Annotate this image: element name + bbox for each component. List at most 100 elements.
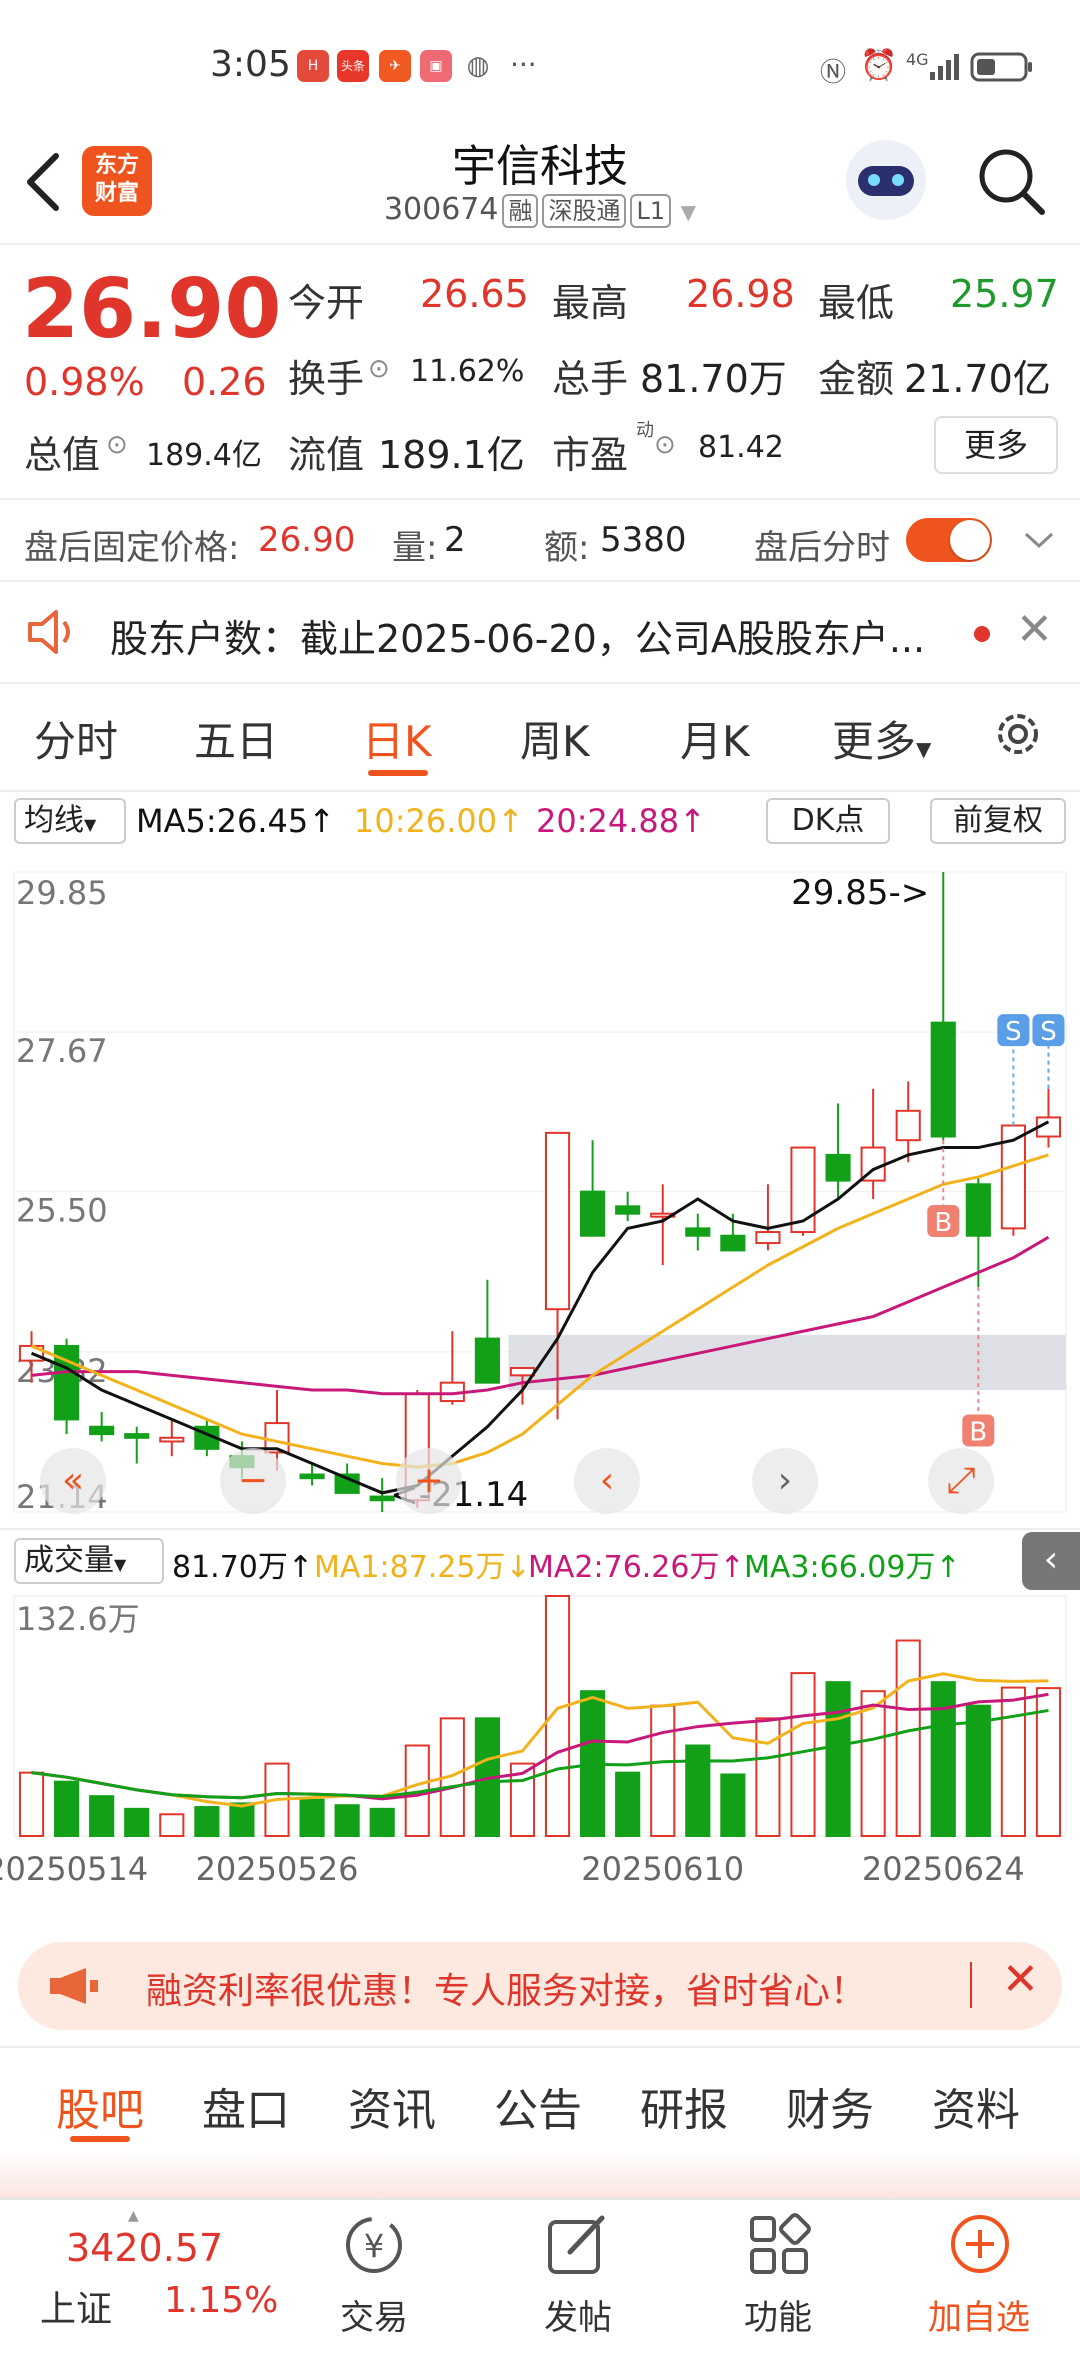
compose-post-icon[interactable]	[544, 2212, 610, 2278]
high-label: 最高	[552, 281, 629, 325]
status-time: 3:05	[210, 44, 291, 85]
collapse-panel-icon[interactable]: ‹	[1022, 1532, 1080, 1590]
volume-label: 总手	[552, 357, 629, 401]
vol-selector-label: 成交量	[24, 1543, 114, 1578]
candle	[124, 1433, 150, 1439]
wechat-icon: ◍	[466, 51, 490, 81]
tab-more[interactable]: 更多▼	[832, 708, 931, 769]
chart-next-icon[interactable]: ›	[752, 1448, 818, 1514]
y-tick-label: 27.67	[16, 1032, 108, 1070]
close-icon[interactable]: ✕	[1016, 604, 1053, 655]
chart-zoom-in-icon[interactable]: +	[396, 1448, 462, 1514]
tab-finance[interactable]: 财务	[786, 2074, 874, 2138]
more-button[interactable]: 更多	[934, 416, 1058, 474]
nav-post[interactable]: 发帖	[532, 2290, 624, 2339]
trade-yen-icon[interactable]: ¥	[338, 2212, 410, 2278]
index-name[interactable]: 上证	[40, 2280, 112, 2332]
vol-ma3: MA3:66.09万↑	[744, 1550, 961, 1585]
pe-dynamic-marker: 动	[636, 420, 654, 441]
candle	[930, 1021, 956, 1138]
nav-add-watchlist[interactable]: 加自选	[914, 2290, 1044, 2339]
search-icon[interactable]	[976, 146, 1048, 218]
tab-guba[interactable]: 股吧	[56, 2074, 144, 2138]
volume-chart[interactable]: 132.6万 20250514 20250526 20250610 20250624	[0, 1590, 1080, 1920]
volume-bar	[54, 1780, 80, 1837]
kline-chart[interactable]: 29.8527.6725.5023.3221.1429.85-><-21.14B…	[0, 852, 1080, 1532]
add-watchlist-icon[interactable]	[946, 2210, 1014, 2278]
tab-monthly-k[interactable]: 月K	[680, 708, 750, 769]
info-icon[interactable]: ⊙	[368, 354, 390, 384]
chevron-down-icon[interactable]	[1022, 528, 1056, 552]
volume-bar	[615, 1771, 641, 1837]
nav-functions[interactable]: 功能	[732, 2290, 824, 2339]
volume-bar	[650, 1704, 676, 1837]
tab-weekly-k[interactable]: 周K	[520, 708, 590, 769]
amount-label: 金额	[818, 357, 895, 401]
promo-banner[interactable]: 融资利率很优惠！专人服务对接，省时省心！ ✕	[18, 1942, 1062, 2030]
alarm-icon: ⏰	[860, 48, 898, 83]
promo-text[interactable]: 融资利率很优惠！专人服务对接，省时省心！	[146, 1962, 866, 2014]
change-amount: 0.26	[182, 360, 267, 404]
assistant-avatar[interactable]	[846, 140, 926, 220]
x-date-label: 20250514	[0, 1850, 148, 1888]
chart-prev-icon[interactable]: ‹	[574, 1448, 640, 1514]
candle	[895, 1109, 921, 1142]
tab-five-day[interactable]: 五日	[194, 708, 278, 769]
chart-zoom-out-icon[interactable]: −	[220, 1448, 286, 1514]
candle	[685, 1227, 711, 1237]
volume-bar	[334, 1804, 360, 1838]
candle	[965, 1183, 991, 1237]
index-value[interactable]: 3420.57	[66, 2226, 223, 2270]
vol-ma1: MA1:87.25万↓	[314, 1550, 531, 1585]
notice-text[interactable]: 股东户数：截止2025-06-20，公司A股股东户...	[110, 608, 930, 663]
settings-gear-icon[interactable]	[990, 706, 1046, 762]
afterhours-qty-label: 量:	[392, 528, 438, 568]
info-icon[interactable]: ⊙	[654, 430, 676, 460]
adjust-mode-button[interactable]: 前复权	[930, 798, 1066, 844]
volume-bar	[369, 1807, 395, 1837]
dropdown-icon: ▼	[680, 200, 697, 224]
ma-selector[interactable]: 均线▼	[14, 798, 126, 844]
notice-bar[interactable]: 股东户数：截止2025-06-20，公司A股股东户... ✕	[0, 582, 1080, 682]
app-notification-icon: H	[297, 50, 329, 82]
volume-bar	[89, 1795, 115, 1838]
tab-profile[interactable]: 资料	[932, 2074, 1020, 2138]
turnover-label: 换手	[288, 357, 365, 401]
change-percent: 0.98%	[24, 360, 145, 404]
tab-daily-k[interactable]: 日K	[362, 708, 432, 769]
signal-icon	[930, 54, 959, 80]
chart-scroll-left-icon[interactable]: «	[40, 1448, 106, 1514]
info-icon[interactable]: ⊙	[106, 430, 128, 460]
volume-bar	[685, 1744, 711, 1837]
dropdown-icon: ▼	[84, 815, 97, 834]
tab-intraday[interactable]: 分时	[34, 708, 118, 769]
afterhours-label: 盘后固定价格:	[24, 528, 240, 568]
ma10-value: 10:26.00↑	[354, 802, 524, 840]
afterhours-price: 26.90	[258, 520, 356, 560]
nav-trade[interactable]: 交易	[328, 2290, 420, 2339]
index-change[interactable]: 1.15%	[164, 2280, 278, 2321]
expand-arrow-icon[interactable]: ▲	[128, 2208, 139, 2224]
candle	[615, 1205, 641, 1215]
dk-point-button[interactable]: DK点	[766, 798, 890, 844]
float-label: 流值	[288, 433, 365, 477]
functions-grid-icon[interactable]	[746, 2212, 812, 2278]
tab-announcements[interactable]: 公告	[494, 2074, 582, 2138]
tab-news[interactable]: 资讯	[348, 2074, 436, 2138]
tab-pankou[interactable]: 盘口	[202, 2074, 290, 2138]
tab-research[interactable]: 研报	[640, 2074, 728, 2138]
more-notifications-icon: ···	[510, 48, 537, 81]
ma20-value: 20:24.88↑	[536, 802, 706, 840]
active-tab-indicator	[368, 770, 428, 776]
volume-bar	[194, 1806, 220, 1838]
candle	[825, 1153, 851, 1182]
volume-indicator-selector[interactable]: 成交量▼	[14, 1538, 164, 1584]
divider	[0, 498, 1080, 500]
volume-max-label: 132.6万	[16, 1600, 140, 1638]
svg-text:¥: ¥	[364, 2227, 384, 2265]
afterhours-toggle[interactable]	[906, 518, 992, 562]
low-label: 最低	[818, 281, 895, 325]
chart-fullscreen-icon[interactable]: ⤢	[928, 1448, 994, 1514]
close-icon[interactable]: ✕	[1002, 1954, 1039, 2005]
divider	[0, 682, 1080, 684]
